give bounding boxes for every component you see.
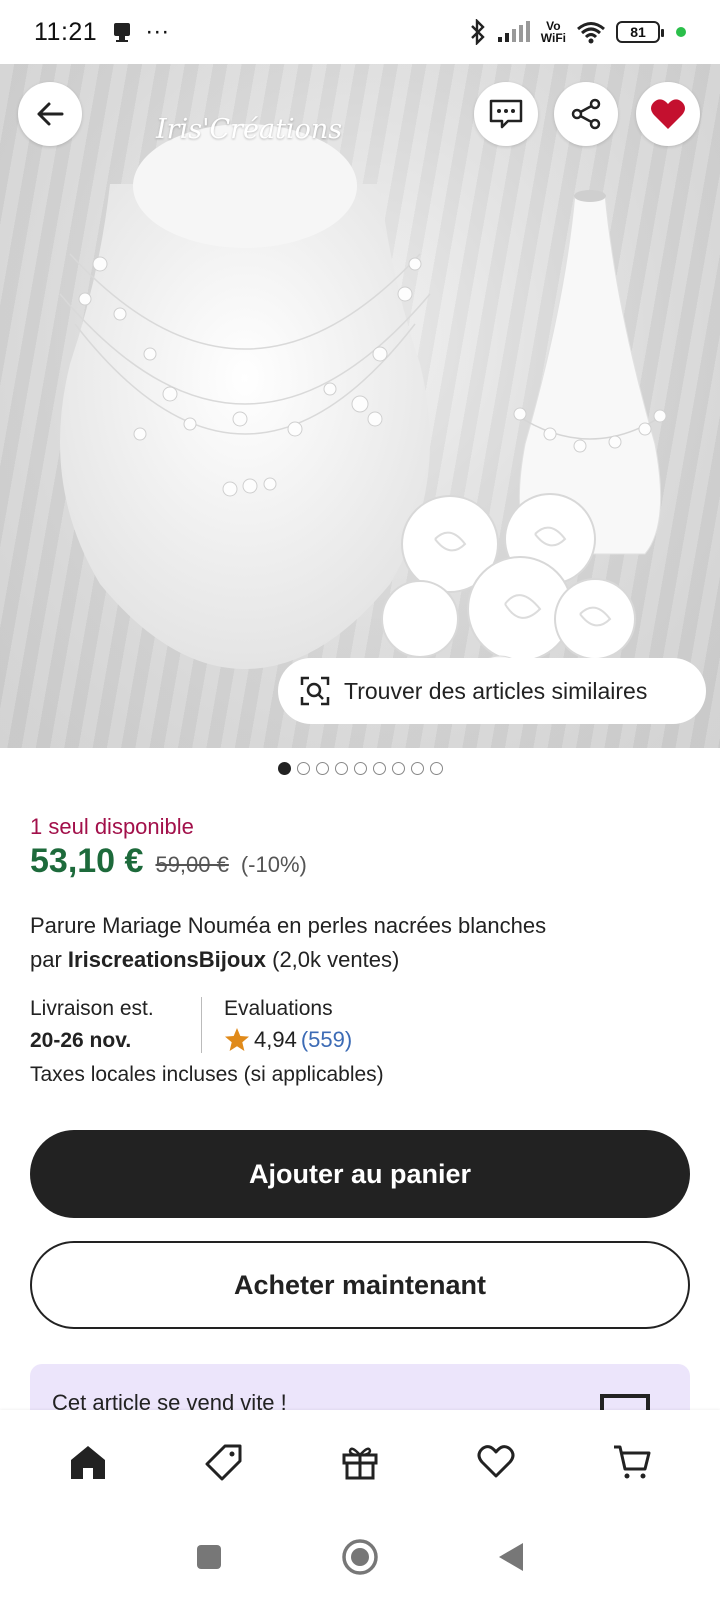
back-button[interactable] bbox=[18, 82, 82, 146]
shop-name-link[interactable]: IriscreationsBijoux bbox=[68, 947, 266, 972]
favorite-button[interactable] bbox=[636, 82, 700, 146]
battery-indicator: 81 bbox=[616, 21, 664, 43]
nav-deals[interactable] bbox=[194, 1432, 254, 1492]
reviews-summary[interactable]: Evaluations 4,94 (559) bbox=[202, 997, 352, 1053]
price-row: 53,10 € 59,00 € (-10%) bbox=[30, 842, 690, 881]
delivery-reviews-row: Livraison est. 20-26 nov. Evaluations 4,… bbox=[30, 997, 690, 1053]
heart-icon bbox=[477, 1445, 515, 1478]
page-dot-9[interactable] bbox=[429, 762, 443, 775]
back-triangle-icon[interactable] bbox=[497, 1541, 525, 1573]
reviews-label: Evaluations bbox=[224, 997, 333, 1020]
buy-now-button[interactable]: Acheter maintenant bbox=[30, 1241, 690, 1329]
product-info: 1 seul disponible 53,10 € 59,00 € (-10%)… bbox=[30, 814, 690, 1087]
arrow-left-icon bbox=[37, 102, 64, 126]
vowifi-label: Vo WiFi bbox=[540, 19, 566, 45]
add-to-cart-button[interactable]: Ajouter au panier bbox=[30, 1130, 690, 1218]
find-similar-button[interactable]: Trouver des articles similaires bbox=[278, 658, 706, 724]
message-icon bbox=[489, 99, 523, 129]
gift-icon bbox=[342, 1447, 378, 1480]
bluetooth-icon bbox=[470, 19, 485, 45]
nav-favorites[interactable] bbox=[466, 1432, 526, 1492]
nav-cart[interactable] bbox=[602, 1432, 662, 1492]
system-navigation bbox=[0, 1514, 720, 1600]
availability-text: 1 seul disponible bbox=[30, 814, 194, 839]
selling-fast-banner: Cet article se vend vite ! bbox=[30, 1364, 690, 1412]
star-icon bbox=[225, 1028, 249, 1051]
original-price: 59,00 € bbox=[155, 852, 229, 877]
page-dot-6[interactable] bbox=[372, 762, 386, 775]
bottom-navigation bbox=[0, 1410, 720, 1514]
page-dot-8[interactable] bbox=[410, 762, 424, 775]
watermark: Iris'Créations bbox=[156, 114, 343, 145]
status-time: 11:21 bbox=[34, 17, 98, 46]
page-dot-3[interactable] bbox=[315, 762, 329, 775]
status-bar: 11:21 ··· Vo WiFi 81 bbox=[0, 0, 720, 64]
page-dot-4[interactable] bbox=[334, 762, 348, 775]
product-image[interactable]: Iris'Créations Trouver des articles simi… bbox=[0, 64, 720, 748]
shop-sales: (2,0k ventes) bbox=[272, 947, 400, 972]
share-button[interactable] bbox=[554, 82, 618, 146]
heart-filled-icon bbox=[651, 99, 685, 129]
tag-icon bbox=[205, 1444, 242, 1481]
current-price: 53,10 € bbox=[30, 842, 144, 880]
page-dot-5[interactable] bbox=[353, 762, 367, 775]
image-pagination bbox=[0, 762, 720, 775]
product-title: Parure Mariage Nouméa en perles nacrées … bbox=[30, 913, 547, 972]
discount-percent: (-10%) bbox=[240, 852, 307, 877]
page-dot-7[interactable] bbox=[391, 762, 405, 775]
signal-icon bbox=[497, 21, 530, 42]
by-label: par bbox=[30, 947, 62, 972]
page-dot-2[interactable] bbox=[296, 762, 310, 775]
selling-fast-text: Cet article se vend vite ! bbox=[52, 1390, 287, 1412]
message-button[interactable] bbox=[474, 82, 538, 146]
privacy-dot-icon bbox=[676, 27, 686, 37]
home-button-icon[interactable] bbox=[341, 1538, 379, 1576]
share-icon bbox=[571, 98, 601, 130]
delivery-dates: 20-26 nov. bbox=[30, 1029, 132, 1052]
home-icon bbox=[71, 1446, 105, 1479]
review-count[interactable]: (559) bbox=[301, 1027, 352, 1053]
find-similar-label: Trouver des articles similaires bbox=[344, 677, 648, 704]
nav-home[interactable] bbox=[58, 1432, 118, 1492]
delivery-label: Livraison est. bbox=[30, 997, 154, 1020]
recents-icon[interactable] bbox=[195, 1543, 223, 1571]
nav-gifts[interactable] bbox=[330, 1432, 390, 1492]
visual-search-icon bbox=[300, 676, 330, 706]
more-notifications: ··· bbox=[145, 18, 170, 45]
notification-icon bbox=[114, 23, 131, 42]
taxes-note: Taxes locales incluses (si applicables) bbox=[30, 1063, 384, 1086]
cart-icon bbox=[614, 1445, 651, 1479]
rating-value: 4,94 bbox=[254, 1027, 297, 1052]
wifi-icon bbox=[577, 22, 605, 44]
page-dot-1[interactable] bbox=[277, 762, 291, 775]
